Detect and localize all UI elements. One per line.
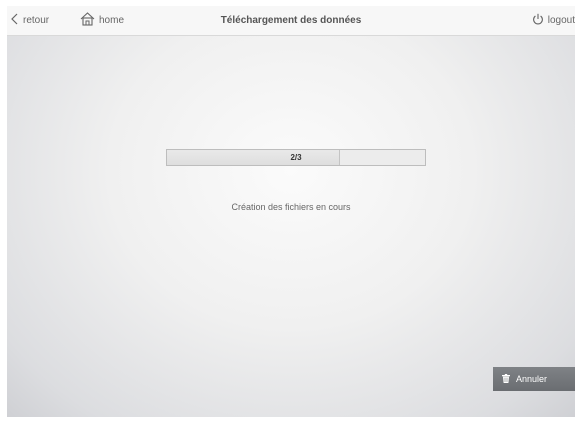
status-message: Création des fichiers en cours [231,202,351,212]
top-bar: retour home Téléchargement des données l… [7,6,575,36]
progress-bar: 2/3 [166,149,426,166]
power-icon [532,13,544,28]
app-screen: retour home Téléchargement des données l… [7,6,575,417]
cancel-label: Annuler [516,374,548,384]
page-title: Téléchargement des données [220,15,362,26]
cancel-button[interactable]: Annuler [493,367,575,391]
logout-button[interactable]: logout [532,12,575,28]
logout-label: logout [547,14,575,26]
progress-label: 2/3 [290,153,302,162]
trash-icon [502,373,510,385]
